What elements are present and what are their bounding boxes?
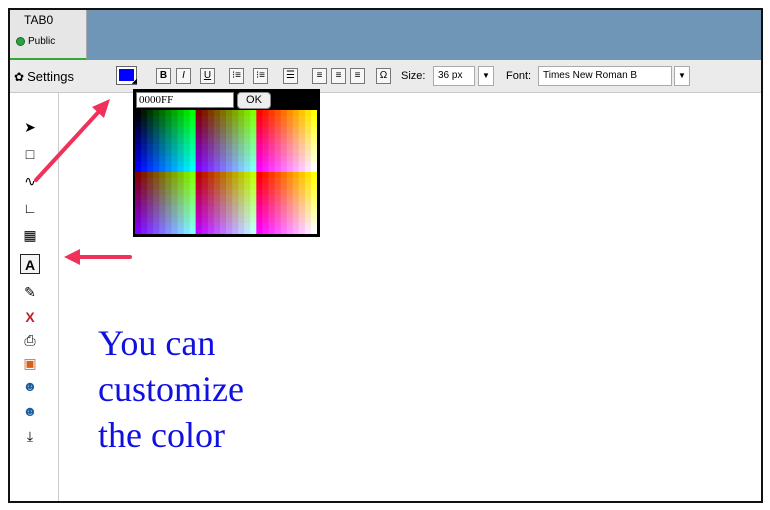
arrow-to-color-button (34, 99, 110, 182)
annotation-arrows (34, 99, 132, 265)
arrow-to-text-tool (64, 249, 132, 265)
